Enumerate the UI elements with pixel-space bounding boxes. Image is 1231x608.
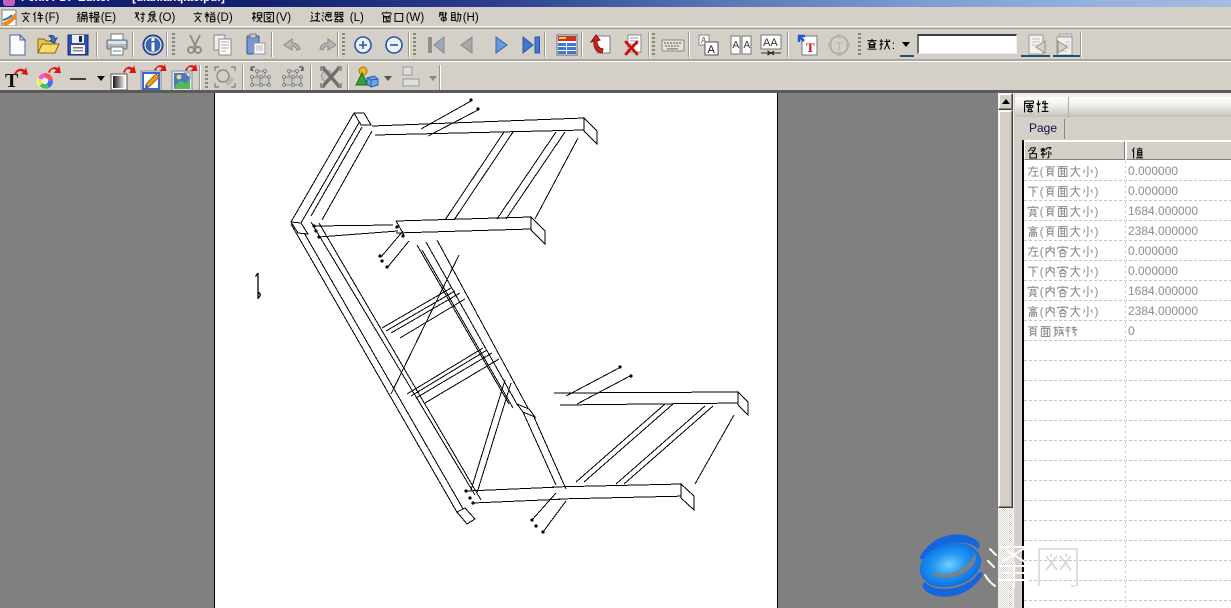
svg-text:A: A	[744, 40, 751, 51]
svg-text:T: T	[836, 39, 844, 53]
svg-text:T: T	[806, 40, 815, 55]
svg-text:T: T	[5, 70, 19, 91]
svg-text:AA: AA	[763, 37, 778, 49]
svg-text:A: A	[733, 40, 740, 51]
svg-text:A: A	[708, 44, 716, 56]
